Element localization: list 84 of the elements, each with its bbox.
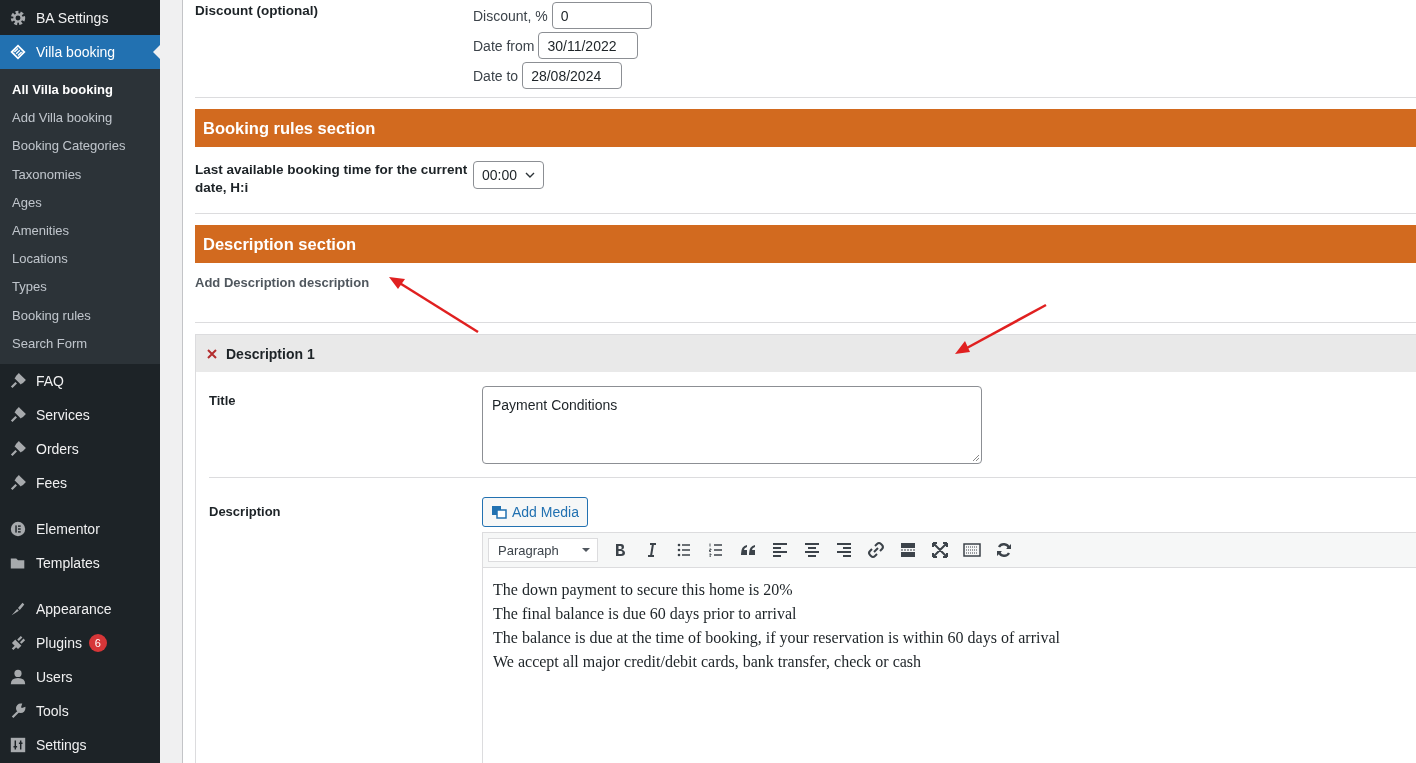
update-count-badge: 6 — [88, 633, 107, 652]
fullscreen-icon[interactable] — [930, 540, 950, 560]
menu-label: Services — [36, 406, 90, 423]
menu-label: Templates — [36, 554, 100, 571]
field-label: Discount, % — [473, 7, 548, 24]
title-textarea[interactable]: Payment Conditions — [482, 386, 982, 464]
gear-icon — [9, 9, 27, 27]
field-label: Title — [209, 392, 237, 410]
plug-icon — [9, 633, 27, 652]
menu-item[interactable]: Services — [0, 397, 160, 432]
field-label: Date to — [473, 67, 519, 84]
align-center-icon[interactable] — [802, 540, 822, 560]
menu-item[interactable]: Users — [0, 659, 160, 694]
menu-item[interactable]: Settings — [0, 727, 160, 762]
menu-label: Orders — [36, 440, 79, 457]
menu-item[interactable]: BA Settings — [0, 1, 160, 35]
submenu-item[interactable]: Ages — [0, 188, 160, 217]
pin-icon — [9, 405, 27, 424]
menu-label: Plugins — [36, 634, 82, 651]
menu-item[interactable]: Fees — [0, 465, 160, 500]
submenu-item[interactable]: Search Form — [0, 329, 160, 358]
field-label: Date from — [473, 37, 535, 54]
remove-icon[interactable] — [207, 348, 217, 359]
pin-icon — [9, 473, 27, 492]
menu-label: Tools — [36, 702, 69, 719]
submenu-item[interactable]: Booking rules — [0, 301, 160, 330]
align-right-icon[interactable] — [834, 540, 854, 560]
format-select[interactable]: Paragraph — [488, 538, 598, 562]
media-icon — [491, 504, 507, 520]
refresh-icon[interactable] — [994, 540, 1014, 560]
item-header[interactable]: Description 1 — [196, 335, 1416, 372]
input-field[interactable]: 28/08/2024 — [522, 62, 623, 89]
editor-text-line: The final balance is due 60 days prior to arrival — [493, 604, 798, 625]
submenu-item[interactable]: All Villa booking — [0, 76, 160, 105]
submenu-item[interactable]: Types — [0, 273, 160, 302]
input-field[interactable]: 30/11/2022 — [538, 32, 639, 59]
editor-text-line: The down payment to secure this home is 20% — [493, 580, 794, 601]
menu-item[interactable]: FAQ — [0, 363, 160, 398]
menu-item[interactable]: Templates — [0, 545, 160, 580]
menu-label: Villa booking — [36, 44, 116, 60]
editor-text-line: We accept all major credit/debit cards, bank transfer, check or cash — [493, 652, 923, 673]
resize-handle-icon[interactable] — [972, 454, 980, 462]
pin-icon — [9, 371, 27, 390]
field-label: Last available booking time for the current date, H:i — [195, 161, 469, 197]
pin-icon — [9, 439, 27, 458]
add-media-button[interactable]: Add Media — [482, 497, 588, 527]
menu-label: Appearance — [36, 600, 112, 617]
link-icon[interactable] — [866, 540, 886, 560]
more-icon[interactable] — [898, 540, 918, 560]
field-label: Description — [209, 503, 282, 521]
sliders-icon — [9, 735, 27, 754]
kitchen-sink-icon[interactable] — [962, 540, 982, 560]
menu-label: Elementor — [36, 520, 100, 537]
input-field[interactable]: 0 — [551, 2, 652, 29]
submenu-item[interactable]: Taxonomies — [0, 160, 160, 189]
menu-item[interactable]: Appearance — [0, 591, 160, 626]
menu-label: BA Settings — [36, 10, 109, 26]
section-header: Description section — [195, 225, 1416, 263]
section-description: Add Description description — [195, 263, 1416, 323]
item-title: Description 1 — [226, 345, 315, 362]
tag-icon — [9, 43, 27, 61]
submenu-item[interactable]: Locations — [0, 245, 160, 274]
menu-item[interactable]: Plugins 6 — [0, 625, 160, 660]
menu-label: Settings — [36, 736, 87, 753]
field-label: Discount (optional) — [195, 2, 319, 20]
chevron-icon — [525, 172, 536, 178]
submenu-item[interactable]: Booking Categories — [0, 132, 160, 161]
time-select[interactable]: 00:00 — [473, 161, 545, 189]
menu-item[interactable]: Tools — [0, 693, 160, 728]
wrench-icon — [9, 701, 27, 720]
section-header: Booking rules section — [195, 109, 1416, 147]
caret-icon — [581, 547, 591, 553]
submenu-item[interactable]: Add Villa booking — [0, 104, 160, 133]
menu-label: FAQ — [36, 372, 64, 389]
menu-label: Fees — [36, 474, 68, 491]
align-left-icon[interactable] — [770, 540, 790, 560]
editor-text-line: The balance is due at the time of booking, if your reservation is within 60 days of arrival — [493, 628, 1061, 649]
menu-item[interactable]: Villa booking — [0, 35, 160, 69]
user-icon — [9, 667, 27, 686]
menu-item[interactable]: Orders — [0, 431, 160, 466]
elementor-icon — [9, 519, 27, 538]
menu-label: Users — [36, 668, 73, 685]
menu-item[interactable]: Elementor — [0, 511, 160, 546]
submenu-item[interactable]: Amenities — [0, 216, 160, 246]
